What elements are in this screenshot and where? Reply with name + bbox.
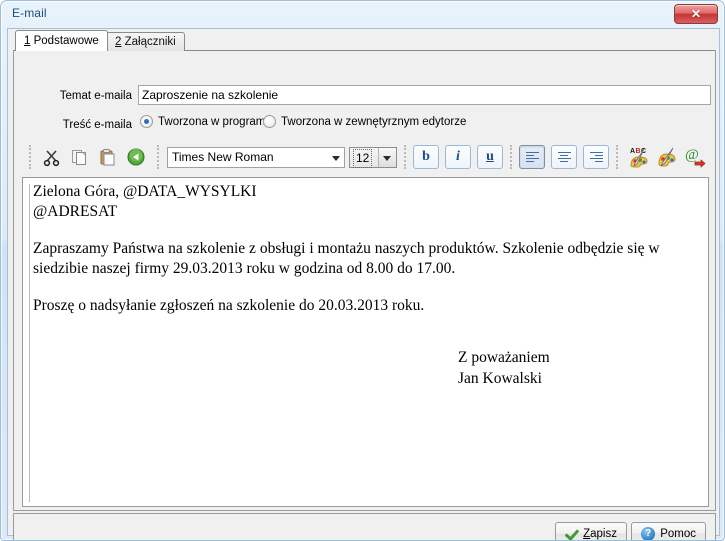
radio-in-program-label: Tworzona w programie bbox=[158, 115, 275, 128]
toolbar-separator bbox=[404, 145, 406, 169]
undo-button[interactable] bbox=[122, 143, 150, 171]
svg-text:A: A bbox=[630, 148, 635, 155]
doc-spacer bbox=[33, 280, 700, 296]
font-size-value: 12 bbox=[353, 148, 373, 168]
toolbar-separator bbox=[157, 145, 159, 169]
doc-paragraph-1: Zapraszamy Państwa na szkolenie z obsług… bbox=[33, 239, 660, 278]
checkmark-icon bbox=[565, 527, 578, 540]
radio-external-editor-icon bbox=[263, 115, 276, 128]
align-center-button[interactable] bbox=[551, 145, 577, 169]
help-button[interactable]: ? Pomoc bbox=[631, 522, 706, 540]
save-button-label: Zapisz bbox=[583, 528, 617, 540]
doc-line-city-date: Zielona Góra, @DATA_WYSYLKI bbox=[33, 183, 257, 200]
subject-label: Temat e-maila bbox=[59, 90, 132, 102]
doc-signature-name: Jan Kowalski bbox=[458, 369, 542, 387]
toolbar-separator bbox=[510, 145, 512, 169]
doc-spacer bbox=[33, 332, 700, 348]
radio-in-program[interactable]: Tworzona w programie bbox=[140, 115, 274, 128]
body-mode-label: Treść e-maila bbox=[62, 119, 132, 131]
email-dialog-window: E-mail ✕ 2 Załączniki 1 Podstawowe Temat… bbox=[0, 0, 725, 541]
email-body-editor[interactable]: Zielona Góra, @DATA_WYSYLKI @ADRESAT Zap… bbox=[22, 177, 709, 507]
font-name-select[interactable]: Times New Roman bbox=[167, 146, 345, 168]
radio-external-editor-label: Tworzona w zewnętyrznym edytorze bbox=[281, 115, 467, 128]
italic-icon: i bbox=[456, 149, 460, 164]
align-left-button[interactable] bbox=[519, 145, 545, 169]
background-color-button[interactable] bbox=[653, 143, 681, 171]
align-center-icon bbox=[557, 150, 572, 165]
font-size-select[interactable]: 12 bbox=[349, 146, 397, 168]
tab-podstawowe-label: Podstawowe bbox=[30, 35, 99, 47]
subject-input[interactable] bbox=[138, 85, 711, 105]
bold-icon: b bbox=[422, 149, 430, 164]
underline-icon: u bbox=[486, 149, 494, 164]
paste-button[interactable] bbox=[94, 143, 122, 171]
palette-icon bbox=[658, 147, 676, 167]
window-title: E-mail bbox=[12, 6, 47, 20]
doc-line-recipient: @ADRESAT bbox=[33, 203, 118, 221]
titlebar: E-mail ✕ bbox=[1, 1, 724, 28]
toolbar-separator bbox=[29, 145, 31, 169]
abc-palette-icon: A B C bbox=[630, 148, 648, 168]
tab-zalaczniki-label: Załączniki bbox=[121, 36, 176, 48]
tab-zalaczniki[interactable]: 2 Załączniki bbox=[106, 32, 185, 51]
close-button[interactable]: ✕ bbox=[674, 4, 718, 24]
close-icon: ✕ bbox=[690, 7, 702, 21]
save-button[interactable]: Zapisz bbox=[555, 522, 627, 540]
doc-paragraph-2: Proszę o nadsyłanie zgłoszeń na szkoleni… bbox=[33, 296, 425, 314]
cut-button[interactable] bbox=[38, 143, 66, 171]
doc-signature-closing: Z poważaniem bbox=[458, 349, 550, 367]
at-arrow-icon: @ bbox=[685, 147, 706, 168]
insert-field-button[interactable]: @ bbox=[681, 143, 709, 171]
client-area: 2 Załączniki 1 Podstawowe Temat e-maila … bbox=[7, 28, 720, 540]
email-body-content: Zielona Góra, @DATA_WYSYLKI @ADRESAT Zap… bbox=[33, 182, 700, 389]
align-right-button[interactable] bbox=[583, 145, 609, 169]
bold-button[interactable]: b bbox=[413, 145, 439, 169]
tab-podstawowe[interactable]: 1 Podstawowe bbox=[15, 30, 108, 51]
underline-button[interactable]: u bbox=[477, 145, 503, 169]
undo-arrow-icon bbox=[127, 148, 145, 166]
doc-spacer bbox=[33, 223, 700, 239]
paste-icon bbox=[100, 149, 115, 166]
dialog-footer: Zapisz ? Pomoc bbox=[13, 513, 716, 540]
question-mark-icon: ? bbox=[641, 526, 656, 540]
toolbar-separator bbox=[616, 145, 618, 169]
copy-button[interactable] bbox=[66, 143, 94, 171]
scissors-icon bbox=[43, 150, 60, 167]
align-right-icon bbox=[589, 150, 604, 165]
font-name-value: Times New Roman bbox=[172, 149, 274, 164]
svg-text:B: B bbox=[636, 148, 641, 155]
align-left-icon bbox=[525, 150, 540, 165]
copy-icon bbox=[72, 150, 86, 165]
text-caret bbox=[29, 184, 30, 502]
tabstrip: 2 Załączniki 1 Podstawowe bbox=[8, 29, 719, 51]
radio-external-editor[interactable]: Tworzona w zewnętyrznym edytorze bbox=[263, 115, 466, 128]
tab-page-podstawowe: Temat e-maila Treść e-maila Tworzona w p… bbox=[13, 50, 716, 511]
doc-spacer bbox=[33, 316, 700, 332]
radio-in-program-icon bbox=[140, 115, 153, 128]
svg-text:@: @ bbox=[685, 147, 699, 163]
chevron-down-icon bbox=[383, 155, 391, 161]
italic-button[interactable]: i bbox=[445, 145, 471, 169]
text-color-button[interactable]: A B C bbox=[625, 143, 653, 171]
chevron-down-icon bbox=[332, 155, 340, 161]
save-label-rest: apisz bbox=[590, 527, 617, 540]
formatting-toolbar: Times New Roman 12 b i u A B C @ bbox=[22, 139, 709, 175]
help-button-label: Pomoc bbox=[660, 527, 696, 540]
